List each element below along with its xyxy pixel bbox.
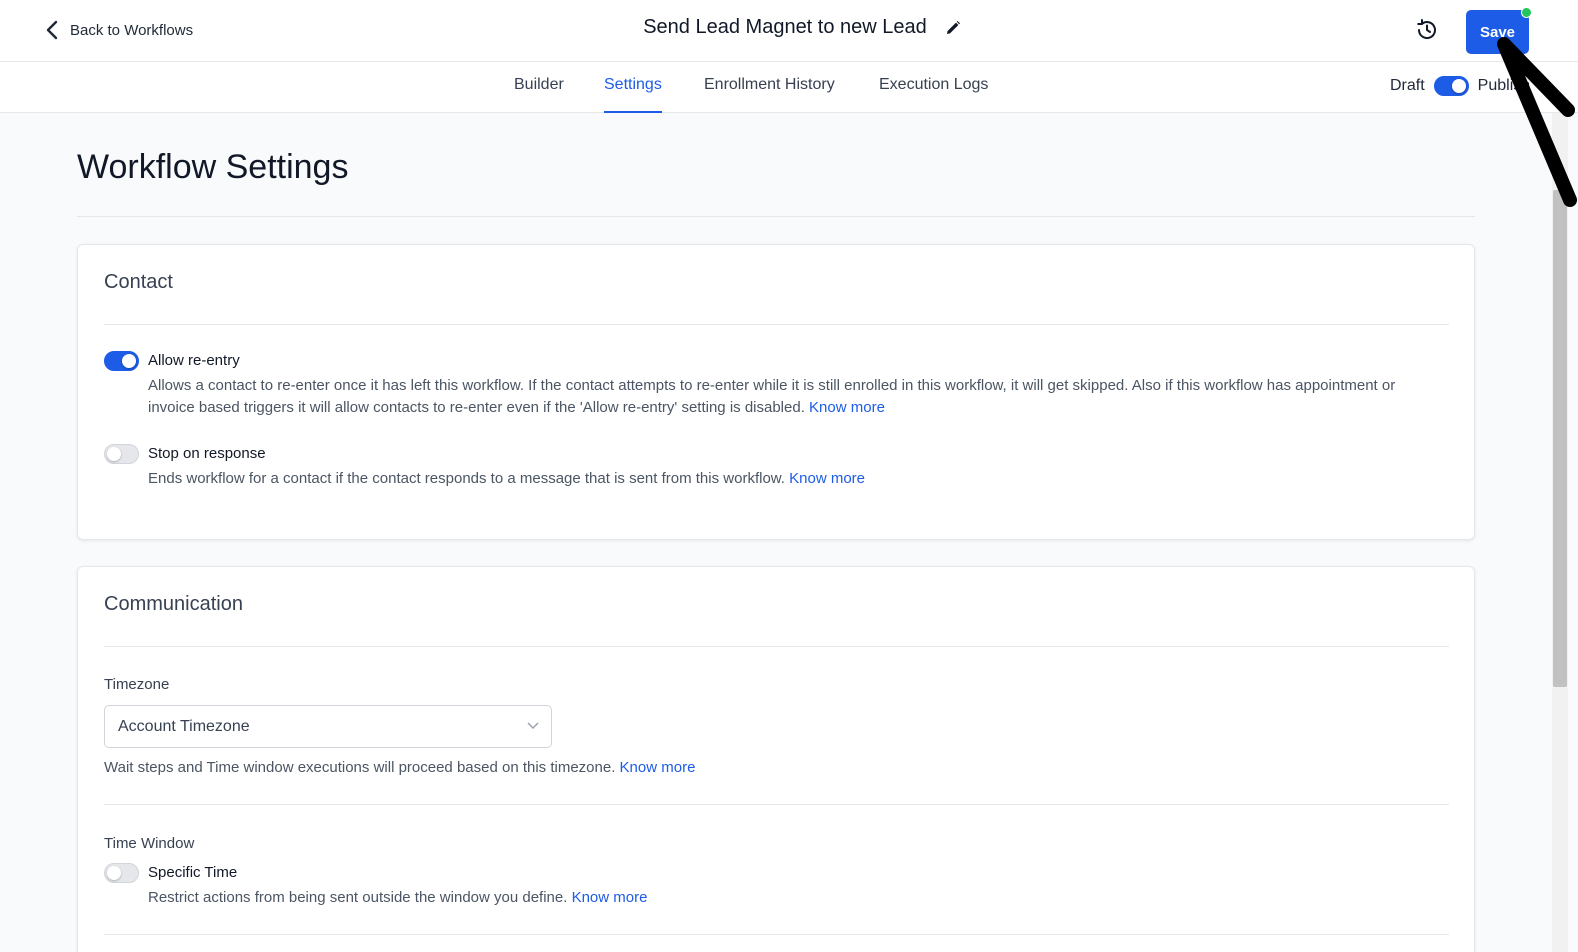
toggle-knob (122, 354, 136, 368)
divider (104, 324, 1449, 325)
back-to-workflows-link[interactable]: Back to Workflows (44, 20, 193, 40)
stop-on-response-toggle[interactable] (104, 444, 139, 464)
divider (104, 934, 1449, 935)
help-text: Wait steps and Time window executions wi… (104, 759, 616, 776)
draft-label: Draft (1390, 77, 1425, 94)
description-text: Ends workflow for a contact if the conta… (148, 470, 785, 487)
workflow-name[interactable]: Send Lead Magnet to new Lead (643, 16, 927, 39)
toggle-knob (1451, 79, 1466, 93)
tab-execution-logs[interactable]: Execution Logs (879, 76, 988, 113)
card-title: Communication (104, 593, 243, 615)
publish-label: Publish (1477, 77, 1531, 94)
timezone-label: Timezone (104, 676, 170, 693)
setting-label: Specific Time (148, 864, 238, 881)
know-more-link[interactable]: Know more (620, 759, 696, 776)
chevron-down-icon (527, 722, 539, 730)
setting-description: Ends workflow for a contact if the conta… (148, 468, 1438, 490)
history-icon[interactable] (1414, 17, 1440, 43)
communication-card: Communication Timezone Account Timezone … (77, 566, 1475, 952)
description-text: Allows a contact to re-enter once it has… (148, 377, 1396, 416)
divider (104, 646, 1449, 647)
page-title: Workflow Settings (77, 148, 349, 186)
contact-card: Contact Allow re-entry Allows a contact … (77, 244, 1475, 540)
timezone-select[interactable]: Account Timezone (104, 705, 552, 748)
toggle-knob (107, 866, 121, 880)
top-header: Back to Workflows Send Lead Magnet to ne… (0, 0, 1578, 62)
publish-toggle[interactable] (1433, 76, 1469, 96)
divider (77, 216, 1475, 217)
setting-description: Restrict actions from being sent outside… (148, 887, 1438, 909)
setting-label: Allow re-entry (148, 352, 240, 369)
allow-reentry-setting: Allow re-entry Allows a contact to re-en… (104, 351, 1434, 421)
allow-reentry-toggle[interactable] (104, 351, 139, 371)
chevron-left-icon (46, 20, 58, 40)
divider (104, 804, 1449, 805)
setting-label: Stop on response (148, 445, 266, 462)
specific-time-setting: Specific Time Restrict actions from bein… (104, 863, 1434, 913)
card-title: Contact (104, 271, 173, 293)
tab-settings[interactable]: Settings (604, 76, 662, 113)
tab-builder[interactable]: Builder (514, 76, 564, 113)
time-window-label: Time Window (104, 835, 195, 852)
know-more-link[interactable]: Know more (789, 470, 865, 487)
tab-bar: Builder Settings Enrollment History Exec… (0, 62, 1578, 113)
edit-pencil-icon[interactable] (945, 20, 961, 36)
unsaved-indicator-dot (1521, 7, 1532, 18)
specific-time-toggle[interactable] (104, 863, 139, 883)
know-more-link[interactable]: Know more (809, 399, 885, 416)
save-button[interactable]: Save (1466, 10, 1529, 54)
know-more-link[interactable]: Know more (572, 889, 648, 906)
setting-description: Allows a contact to re-enter once it has… (148, 375, 1438, 419)
tab-enrollment-history[interactable]: Enrollment History (704, 76, 835, 113)
toggle-knob (107, 447, 121, 461)
scrollbar-thumb[interactable] (1553, 190, 1567, 687)
publish-status: Draft Publish (1390, 76, 1530, 96)
timezone-help: Wait steps and Time window executions wi… (104, 759, 695, 776)
timezone-value: Account Timezone (118, 718, 250, 735)
description-text: Restrict actions from being sent outside… (148, 889, 568, 906)
back-label: Back to Workflows (70, 21, 194, 39)
stop-on-response-setting: Stop on response Ends workflow for a con… (104, 444, 1434, 494)
